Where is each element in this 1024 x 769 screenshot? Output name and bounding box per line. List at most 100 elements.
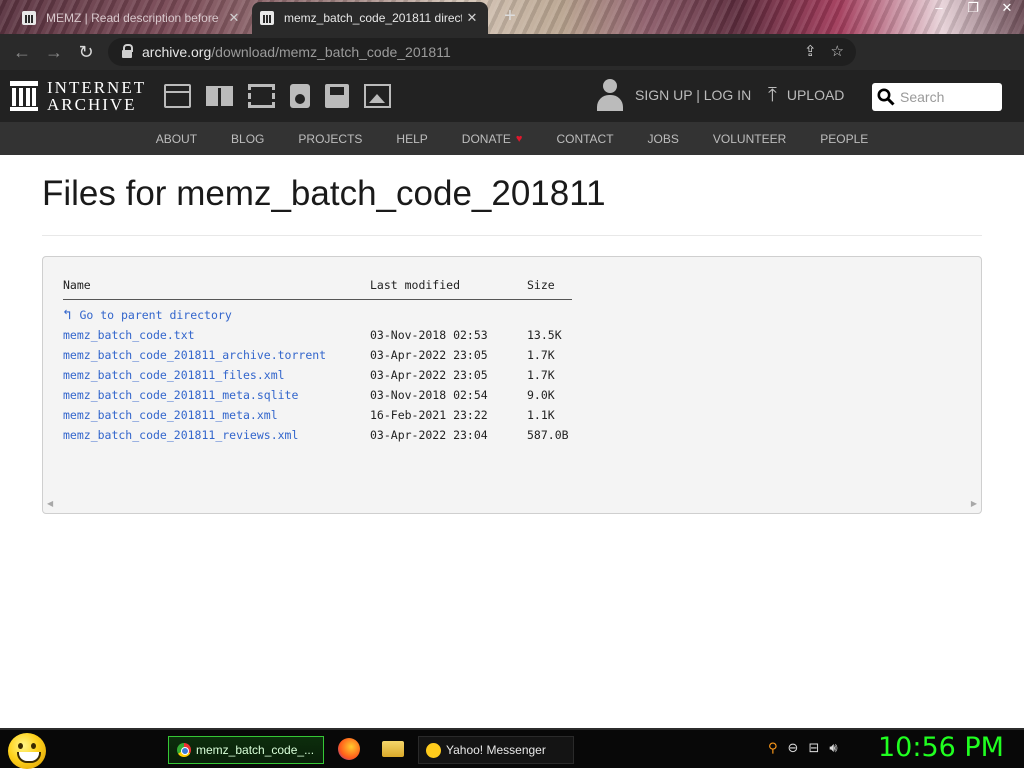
file-size: 13.5K xyxy=(527,328,562,342)
nav-contact[interactable]: CONTACT xyxy=(539,132,630,146)
upload-link[interactable]: ⤒ UPLOAD xyxy=(768,84,845,106)
url-text[interactable]: archive.org/download/memz_batch_code_201… xyxy=(142,44,451,60)
table-row: memz_batch_code_201811_files.xml 03-Apr-… xyxy=(63,365,572,385)
heart-icon: ♥ xyxy=(515,132,523,145)
minimize-button[interactable]: – xyxy=(922,0,956,18)
tab-title: memz_batch_code_201811 direct xyxy=(284,11,462,25)
maximize-button[interactable]: ❐ xyxy=(956,0,990,18)
yahoo-messenger-icon xyxy=(426,742,441,758)
table-row: memz_batch_code_201811_meta.xml 16-Feb-2… xyxy=(63,405,572,425)
software-icon[interactable] xyxy=(325,84,349,108)
table-row: memz_batch_code.txt 03-Nov-2018 02:53 13… xyxy=(63,325,572,345)
account-link[interactable]: SIGN UP | LOG IN xyxy=(596,79,751,111)
column-header-modified: Last modified xyxy=(370,277,527,300)
chrome-icon xyxy=(177,743,191,757)
ia-wordmark: INTERNET ARCHIVE xyxy=(47,79,146,113)
file-link[interactable]: memz_batch_code_201811_files.xml xyxy=(63,368,285,382)
tray-search-icon[interactable]: ⚲ xyxy=(768,740,778,756)
horizontal-scrollbar[interactable]: ◀ ▶ xyxy=(47,499,977,511)
new-tab-button[interactable]: + xyxy=(499,6,521,28)
file-modified: 03-Apr-2022 23:04 xyxy=(370,428,488,442)
reload-icon[interactable]: ↻ xyxy=(70,36,102,68)
start-smiley-button[interactable] xyxy=(8,733,46,769)
browser-tab-memz-description[interactable]: MEMZ | Read description before ✕ xyxy=(14,2,250,34)
wordmark-line-1: INTERNET xyxy=(47,78,147,97)
images-icon[interactable] xyxy=(364,84,391,108)
scroll-left-icon[interactable]: ◀ xyxy=(47,499,53,511)
taskbar-chrome-window[interactable]: memz_batch_code_... xyxy=(168,736,324,764)
file-size: 1.7K xyxy=(527,348,555,362)
nav-people[interactable]: PEOPLE xyxy=(803,132,885,146)
texts-icon[interactable] xyxy=(206,86,233,106)
file-size: 1.1K xyxy=(527,408,555,422)
taskbar-clock[interactable]: 10:56 PM xyxy=(878,732,1004,763)
internet-archive-favicon-icon xyxy=(22,11,36,25)
network-icon[interactable]: ⊟ xyxy=(808,740,819,756)
table-row: memz_batch_code_201811_archive.torrent 0… xyxy=(63,345,572,365)
column-header-name: Name xyxy=(63,277,370,300)
lock-icon[interactable] xyxy=(122,44,133,58)
search-box[interactable] xyxy=(872,83,1002,111)
media-type-icons xyxy=(164,84,391,108)
search-input[interactable] xyxy=(900,84,1000,110)
address-bar[interactable]: archive.org/download/memz_batch_code_201… xyxy=(108,38,856,66)
sign-up-login-label[interactable]: SIGN UP | LOG IN xyxy=(635,87,751,103)
browser-toolbar: ← → ↻ archive.org/download/memz_batch_co… xyxy=(0,34,1024,96)
nav-about[interactable]: ABOUT xyxy=(139,132,214,146)
up-arrow-icon: ↰ xyxy=(63,307,72,324)
table-row: memz_batch_code_201811_reviews.xml 03-Ap… xyxy=(63,425,572,445)
file-link[interactable]: memz_batch_code_201811_archive.torrent xyxy=(63,348,326,362)
close-window-button[interactable]: ✕ xyxy=(990,0,1024,18)
file-link[interactable]: memz_batch_code_201811_meta.sqlite xyxy=(63,388,298,402)
folder-icon[interactable] xyxy=(382,741,404,757)
upload-arrow-icon: ⤒ xyxy=(768,84,777,106)
firefox-icon[interactable] xyxy=(338,738,360,760)
taskbar-messenger-label: Yahoo! Messenger xyxy=(446,743,546,757)
taskbar-yahoo-messenger[interactable]: Yahoo! Messenger xyxy=(418,736,574,764)
web-icon[interactable] xyxy=(164,84,191,108)
nav-blog[interactable]: BLOG xyxy=(214,132,281,146)
parent-directory-row: ↰ Go to parent directory xyxy=(63,299,572,325)
file-link[interactable]: memz_batch_code_201811_reviews.xml xyxy=(63,428,298,442)
file-listing: Name Last modified Size ↰ Go to parent di… xyxy=(42,256,982,514)
nav-donate[interactable]: DONATE ♥ xyxy=(445,132,540,146)
user-icon xyxy=(596,79,624,111)
ia-logo[interactable]: INTERNET ARCHIVE xyxy=(10,79,146,113)
audio-icon[interactable] xyxy=(290,84,310,108)
video-icon[interactable] xyxy=(248,84,275,108)
file-size: 9.0K xyxy=(527,388,555,402)
scroll-right-icon[interactable]: ▶ xyxy=(971,499,977,511)
ia-nav-bar: ABOUT BLOG PROJECTS HELP DONATE ♥ CONTACT… xyxy=(0,122,1024,155)
close-tab-icon[interactable]: ✕ xyxy=(462,10,482,26)
file-modified: 03-Apr-2022 23:05 xyxy=(370,368,488,382)
share-icon[interactable]: ⇪ xyxy=(804,42,817,60)
search-icon[interactable] xyxy=(872,83,900,111)
url-host: archive.org xyxy=(142,44,212,60)
upload-label: UPLOAD xyxy=(786,87,845,103)
browser-tab-memz-batch-code[interactable]: memz_batch_code_201811 direct ✕ xyxy=(252,2,488,34)
close-tab-icon[interactable]: ✕ xyxy=(224,10,244,26)
taskbar: memz_batch_code_... Yahoo! Messenger ⚲ ⊖… xyxy=(0,728,1024,769)
file-modified: 03-Nov-2018 02:54 xyxy=(370,388,488,402)
nav-volunteer[interactable]: VOLUNTEER xyxy=(696,132,803,146)
system-tray: ⚲ ⊖ ⊟ 🔊︎ xyxy=(768,740,838,756)
divider xyxy=(42,235,982,236)
taskbar-window-label: memz_batch_code_... xyxy=(196,743,315,757)
file-modified: 03-Nov-2018 02:53 xyxy=(370,328,488,342)
nav-help[interactable]: HELP xyxy=(379,132,444,146)
file-link[interactable]: memz_batch_code_201811_meta.xml xyxy=(63,408,278,422)
table-row: memz_batch_code_201811_meta.sqlite 03-No… xyxy=(63,385,572,405)
browser-tab-strip: MEMZ | Read description before ✕ memz_ba… xyxy=(0,0,1024,34)
bookmark-star-icon[interactable]: ☆ xyxy=(831,42,844,60)
parent-directory-link[interactable]: ↰ Go to parent directory xyxy=(63,307,232,324)
file-link[interactable]: memz_batch_code.txt xyxy=(63,328,195,342)
file-modified: 16-Feb-2021 23:22 xyxy=(370,408,488,422)
nav-projects[interactable]: PROJECTS xyxy=(281,132,379,146)
forward-arrow-icon[interactable]: → xyxy=(38,36,70,68)
url-path: /download/memz_batch_code_201811 xyxy=(211,44,451,60)
tray-status-icon[interactable]: ⊖ xyxy=(788,740,799,756)
nav-jobs[interactable]: JOBS xyxy=(631,132,696,146)
page-title: Files for memz_batch_code_201811 xyxy=(42,174,606,213)
volume-icon[interactable]: 🔊︎ xyxy=(829,740,837,756)
back-arrow-icon[interactable]: ← xyxy=(6,36,38,68)
